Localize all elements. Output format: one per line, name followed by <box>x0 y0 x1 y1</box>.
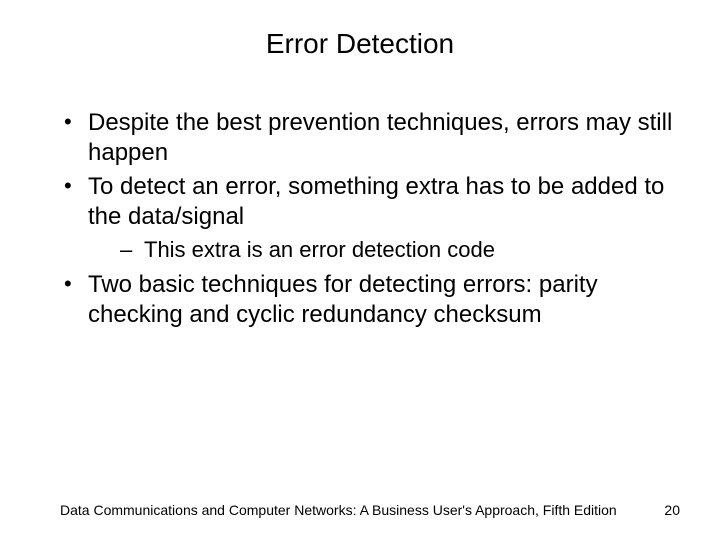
sub-bullet-text: This extra is an error detection code <box>144 237 495 262</box>
page-number: 20 <box>664 502 680 518</box>
sub-bullet-list: This extra is an error detection code <box>88 236 680 264</box>
bullet-item: To detect an error, something extra has … <box>60 172 680 264</box>
bullet-text: Two basic techniques for detecting error… <box>88 271 598 328</box>
sub-bullet-item: This extra is an error detection code <box>88 236 680 264</box>
bullet-text: Despite the best prevention techniques, … <box>88 109 672 166</box>
bullet-list: Despite the best prevention techniques, … <box>60 108 680 330</box>
footer-source: Data Communications and Computer Network… <box>60 502 617 518</box>
slide-title: Error Detection <box>0 28 720 60</box>
slide-body: Despite the best prevention techniques, … <box>60 108 680 334</box>
bullet-item: Two basic techniques for detecting error… <box>60 270 680 330</box>
bullet-item: Despite the best prevention techniques, … <box>60 108 680 168</box>
slide-footer: Data Communications and Computer Network… <box>60 502 680 518</box>
bullet-text: To detect an error, something extra has … <box>88 173 664 230</box>
slide: Error Detection Despite the best prevent… <box>0 0 720 540</box>
